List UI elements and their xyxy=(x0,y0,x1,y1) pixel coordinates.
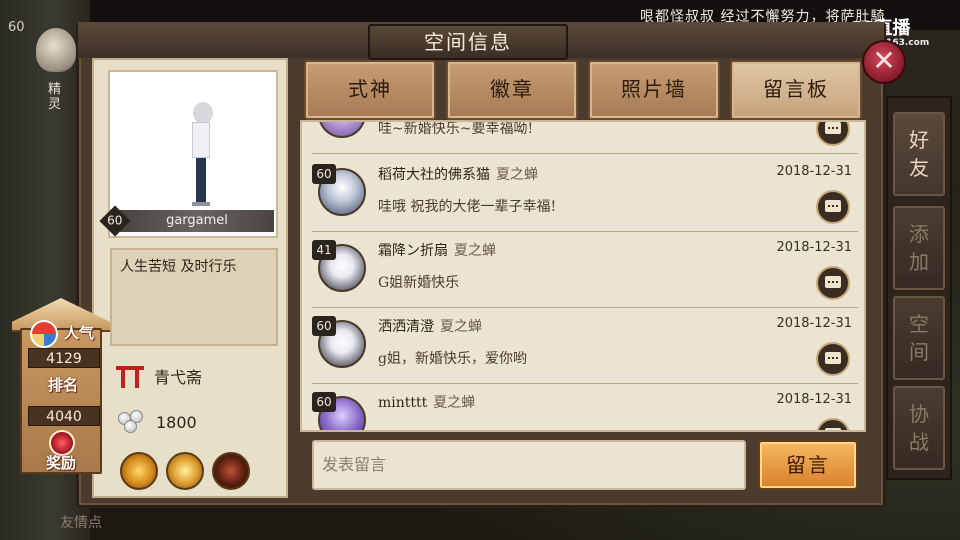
list-item: 60 mintttt 夏之蝉 2018-12-31 xyxy=(312,384,858,430)
author-name: 霜降ン折扇 xyxy=(378,243,448,259)
author-name: mintttt xyxy=(378,395,428,411)
reply-button[interactable] xyxy=(816,418,850,430)
reply-button[interactable] xyxy=(816,266,850,300)
message-text: g姐，新婚快乐，爱你哟 xyxy=(378,351,527,367)
avatar-level: 60 xyxy=(312,316,336,336)
message-author: 洒洒清澄 夏之蝉 xyxy=(378,316,482,336)
avatar-level: 41 xyxy=(312,240,336,260)
shrine-roof xyxy=(12,298,110,332)
message-date: 2018-12-31 xyxy=(776,164,852,179)
guild-name: 青弋斋 xyxy=(154,368,203,387)
close-icon: ✕ xyxy=(872,44,896,77)
reply-button[interactable] xyxy=(816,122,850,146)
message-date: 2018-12-31 xyxy=(776,240,852,255)
badge-icon[interactable] xyxy=(166,452,204,490)
reply-button[interactable] xyxy=(816,190,850,224)
author-tag: 夏之蝉 xyxy=(454,243,496,259)
message-author: 霜降ン折扇 夏之蝉 xyxy=(378,240,496,260)
list-item: 60 稻荷大社的佛系猫 夏之蝉 2018-12-31 哇哦 祝我的大佬一辈子幸福! xyxy=(312,156,858,232)
side-tab-add[interactable]: 添加 xyxy=(893,206,945,290)
message-date: 2018-12-31 xyxy=(776,392,852,407)
space-tabs: 式神 徽章 照片墙 留言板 xyxy=(304,60,862,122)
reward-label: 奖励 xyxy=(46,454,77,472)
background-bottom-text: 友情点 xyxy=(60,515,102,531)
torii-icon xyxy=(116,363,144,389)
post-message-button[interactable]: 留言 xyxy=(758,440,858,490)
message-author: mintttt 夏之蝉 xyxy=(378,392,475,412)
list-item: 60 洒洒清澄 夏之蝉 2018-12-31 g姐，新婚快乐，爱你哟 xyxy=(312,308,858,384)
message-text: 哇~新婚快乐~要幸福呦! xyxy=(378,121,534,137)
rank-label: 排名 xyxy=(48,376,79,394)
message-input[interactable]: 发表留言 xyxy=(312,440,746,490)
author-tag: 夏之蝉 xyxy=(433,395,476,411)
popularity-value: 4129 xyxy=(28,348,100,368)
tab-shikigami[interactable]: 式神 xyxy=(304,60,436,120)
avatar-level: 60 xyxy=(312,392,336,412)
author-tag: 夏之蝉 xyxy=(440,319,482,335)
popularity-label: 人气 xyxy=(64,324,95,342)
motto-text: 人生苦短 及时行乐 xyxy=(120,259,237,275)
coin-value: 1800 xyxy=(156,412,197,432)
character-legs xyxy=(196,158,206,204)
player-name: gargamel xyxy=(120,210,274,232)
message-text: G姐新婚快乐 xyxy=(378,275,460,291)
message-list[interactable]: 哇~新婚快乐~要幸福呦! 60 稻荷大社的佛系猫 夏之蝉 2018-12-31 哇… xyxy=(300,120,866,432)
panel-title: 空间信息 xyxy=(368,24,568,60)
author-tag: 夏之蝉 xyxy=(496,167,538,183)
character-head xyxy=(193,102,213,124)
side-tab-space[interactable]: 空间 xyxy=(893,296,945,380)
popularity-shrine[interactable]: 人气 4129 排名 4040 奖励 xyxy=(12,298,110,474)
message-date: 2018-12-31 xyxy=(776,316,852,331)
tab-photo-wall[interactable]: 照片墙 xyxy=(588,60,720,120)
side-tab-co-battle[interactable]: 协战 xyxy=(893,386,945,470)
badge-icon[interactable] xyxy=(212,452,250,490)
guild-row[interactable]: 青弋斋 xyxy=(116,362,202,390)
list-item: 哇~新婚快乐~要幸福呦! xyxy=(312,121,858,154)
fan-icon xyxy=(30,320,58,348)
tab-message-board[interactable]: 留言板 xyxy=(730,60,862,120)
side-tab-friends[interactable]: 好友 xyxy=(893,112,945,196)
rank-value: 4040 xyxy=(28,406,100,426)
bell-icon xyxy=(36,28,76,72)
background-side-label: 精灵 xyxy=(48,82,62,112)
message-text: 哇哦 祝我的大佬一辈子幸福! xyxy=(378,199,557,215)
player-level: 60 xyxy=(107,214,123,228)
author-name: 洒洒清澄 xyxy=(378,319,434,335)
avatar-level: 60 xyxy=(312,164,336,184)
motto-box: 人生苦短 及时行乐 xyxy=(110,248,278,346)
coin-row: 1800 xyxy=(116,408,197,436)
character-body xyxy=(192,122,210,158)
character-feet xyxy=(192,202,210,206)
author-name: 稻荷大社的佛系猫 xyxy=(378,167,490,183)
badge-row xyxy=(120,452,250,490)
background-level: 60 xyxy=(8,20,25,35)
close-button[interactable]: ✕ xyxy=(862,40,906,84)
reply-button[interactable] xyxy=(816,342,850,376)
avatar[interactable] xyxy=(318,122,366,138)
coins-icon xyxy=(116,410,146,434)
badge-icon[interactable] xyxy=(120,452,158,490)
list-item: 41 霜降ン折扇 夏之蝉 2018-12-31 G姐新婚快乐 xyxy=(312,232,858,308)
message-author: 稻荷大社的佛系猫 夏之蝉 xyxy=(378,164,538,184)
tab-badges[interactable]: 徽章 xyxy=(446,60,578,120)
